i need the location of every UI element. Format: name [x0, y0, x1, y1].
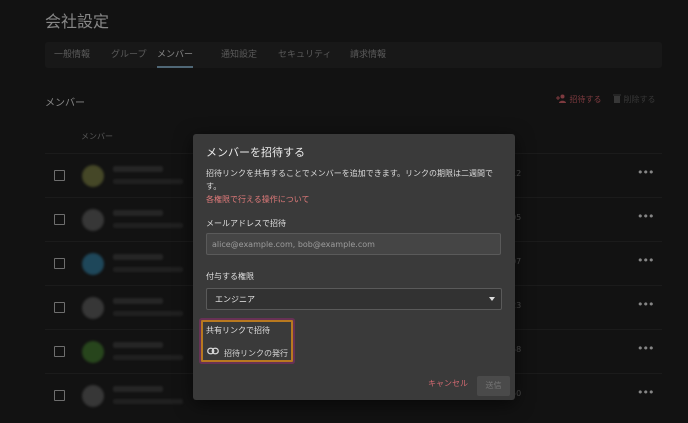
cancel-button[interactable]: キャンセル — [428, 378, 468, 389]
role-label: 付与する権限 — [206, 272, 254, 281]
role-select-value: エンジニア — [215, 295, 255, 304]
share-link-highlight — [201, 320, 293, 362]
email-invite-label: メールアドレスで招待 — [206, 219, 286, 228]
dialog-title: メンバーを招待する — [206, 146, 305, 159]
caret-down-icon — [489, 297, 495, 301]
send-button[interactable]: 送信 — [477, 376, 510, 396]
permissions-help-link[interactable]: 各権限で行える操作について — [206, 194, 310, 205]
email-input[interactable] — [206, 233, 501, 255]
dialog-description: 招待リンクを共有することでメンバーを追加できます。リンクの期限は二週間です。 — [206, 169, 493, 191]
role-select[interactable]: エンジニア — [206, 288, 502, 310]
